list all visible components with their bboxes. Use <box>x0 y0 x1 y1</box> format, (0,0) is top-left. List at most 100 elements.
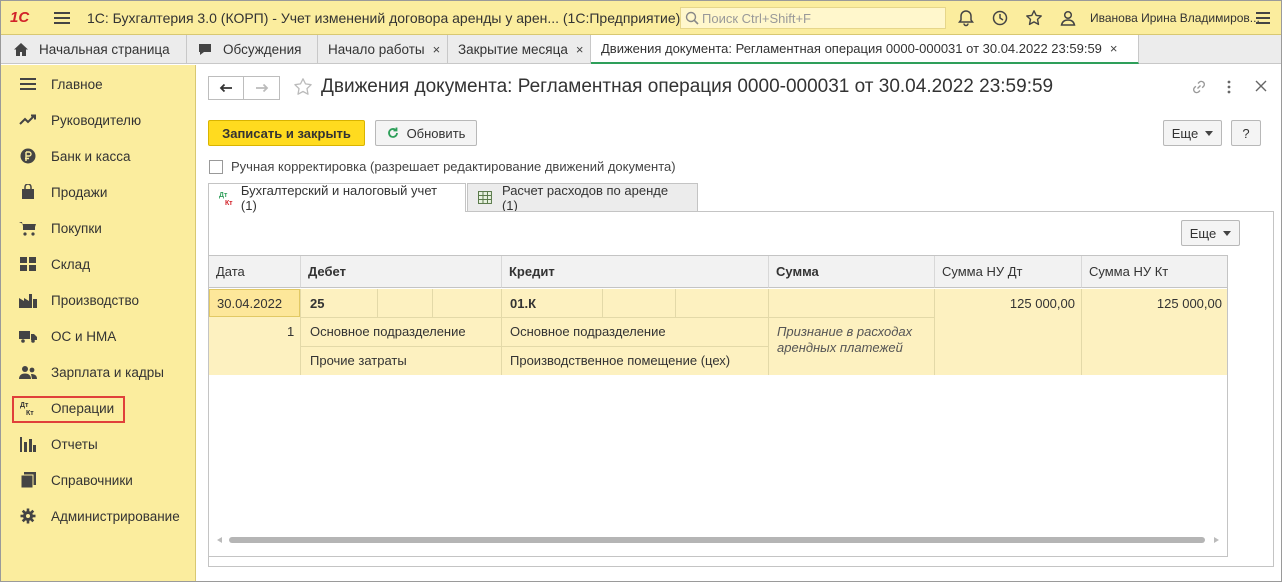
credit-account: 01.К <box>510 296 537 311</box>
tab-label: Обсуждения <box>223 42 302 57</box>
more-vertical-icon[interactable] <box>1227 79 1231 95</box>
open-windows-tabs: Начальная страница Обсуждения Начало раб… <box>1 35 1281 64</box>
app-window: 1С 1С: Бухгалтерия 3.0 (КОРП) - Учет изм… <box>0 0 1282 582</box>
user-icon[interactable] <box>1059 9 1077 27</box>
bar-chart-icon <box>19 435 37 453</box>
chat-bubble-icon <box>199 44 211 55</box>
dt-kt-icon: ДтКт <box>219 192 233 206</box>
manual-adjust-checkbox[interactable]: Ручная корректировка (разрешает редактир… <box>209 159 676 174</box>
credit-subconto-2: Производственное помещение (цех) <box>510 353 731 368</box>
tab-accounting[interactable]: Дт Кт Бухгалтерский и налоговый учет (1) <box>208 183 466 213</box>
page-title: Движения документа: Регламентная операци… <box>321 76 1054 97</box>
settings-menu-icon[interactable] <box>1256 12 1270 24</box>
column-header-debit[interactable]: Дебет <box>301 256 502 288</box>
chevron-down-icon <box>1205 130 1214 136</box>
gear-icon <box>19 507 37 525</box>
tab-label: Движения документа: Регламентная операци… <box>601 41 1102 56</box>
debit-subconto-1: Основное подразделение <box>310 324 466 339</box>
close-icon[interactable]: × <box>1110 41 1118 56</box>
close-icon[interactable]: × <box>576 42 584 57</box>
app-title: 1С: Бухгалтерия 3.0 (КОРП) - Учет измене… <box>87 9 681 26</box>
close-icon[interactable]: × <box>433 42 441 57</box>
ruble-coin-icon <box>19 147 37 165</box>
sidebar-item-fixed-assets[interactable]: ОС и НМА <box>1 324 196 348</box>
forward-button[interactable] <box>244 76 280 100</box>
scroll-left-icon[interactable] <box>217 537 222 543</box>
tab-home[interactable]: Начальная страница <box>1 35 187 64</box>
table-grid-icon <box>478 191 492 204</box>
arrow-right-icon <box>255 83 268 93</box>
table-more-button[interactable]: Еще <box>1181 220 1240 246</box>
tab-month-closing[interactable]: Закрытие месяца × <box>448 35 591 64</box>
sidebar-item-label: Руководителю <box>51 112 142 128</box>
link-icon[interactable] <box>1191 79 1207 95</box>
sidebar-item-label: Продажи <box>51 184 108 200</box>
sidebar-item-label: Администрирование <box>51 508 180 524</box>
favorites-star-icon[interactable] <box>1025 9 1043 27</box>
row-number: 1 <box>287 324 295 339</box>
sidebar-item-label: ОС и НМА <box>51 328 117 344</box>
factory-icon <box>19 291 37 309</box>
column-header-sum-nu-dt[interactable]: Сумма НУ Дт <box>935 256 1082 288</box>
column-header-sum[interactable]: Сумма <box>769 256 935 288</box>
sidebar-item-purchases[interactable]: Покупки <box>1 216 196 240</box>
sidebar-item-main[interactable]: Главное <box>1 72 196 96</box>
tab-getting-started[interactable]: Начало работы × <box>318 35 448 64</box>
sidebar-item-administration[interactable]: Администрирование <box>1 504 196 528</box>
movements-table[interactable]: Дата Дебет Кредит Сумма Сумма НУ Дт Сумм… <box>208 255 1228 557</box>
tab-document-movements[interactable]: Движения документа: Регламентная операци… <box>591 35 1139 64</box>
sidebar-item-sales[interactable]: Продажи <box>1 180 196 204</box>
top-bar: 1С 1С: Бухгалтерия 3.0 (КОРП) - Учет изм… <box>1 1 1281 35</box>
sidebar-item-reports[interactable]: Отчеты <box>1 432 196 456</box>
sidebar-item-production[interactable]: Производство <box>1 288 196 312</box>
sidebar-item-label: Производство <box>51 292 140 308</box>
cart-icon <box>19 219 37 237</box>
column-header-sum-nu-kt[interactable]: Сумма НУ Кт <box>1082 256 1227 288</box>
sidebar-item-warehouse[interactable]: Склад <box>1 252 196 276</box>
sidebar-item-label: Склад <box>51 256 91 272</box>
column-header-date[interactable]: Дата <box>209 256 301 288</box>
more-button[interactable]: Еще <box>1163 120 1222 146</box>
tab-label: Начальная страница <box>39 42 170 57</box>
trend-icon <box>19 111 37 129</box>
warehouse-grid-icon <box>19 255 37 273</box>
sidebar-item-label: Покупки <box>51 220 102 236</box>
svg-text:Кт: Кт <box>225 200 233 206</box>
user-name[interactable]: Иванова Ирина Владимиров... <box>1090 11 1260 25</box>
checkbox-box[interactable] <box>209 159 223 174</box>
truck-icon <box>19 327 37 345</box>
sidebar-item-director[interactable]: Руководителю <box>1 108 196 132</box>
close-form-icon[interactable] <box>1254 79 1268 93</box>
refresh-label: Обновить <box>406 125 466 141</box>
selection-highlight <box>12 396 125 423</box>
refresh-button[interactable]: Обновить <box>375 120 477 146</box>
help-button[interactable]: ? <box>1231 120 1261 146</box>
column-header-credit[interactable]: Кредит <box>502 256 769 288</box>
books-icon <box>19 471 37 489</box>
sum-nu-dt: 125 000,00 <box>1009 296 1075 311</box>
favorite-star-icon[interactable] <box>293 77 313 97</box>
scroll-right-icon[interactable] <box>1214 537 1219 543</box>
sum-nu-kt: 125 000,00 <box>1156 296 1222 311</box>
sidebar-item-salary[interactable]: Зарплата и кадры <box>1 360 196 384</box>
sidebar-item-label: Зарплата и кадры <box>51 364 164 380</box>
history-icon[interactable] <box>991 9 1009 27</box>
people-icon <box>19 363 37 381</box>
tab-rent-expenses[interactable]: Расчет расходов по аренде (1) <box>467 183 698 213</box>
main-menu-icon[interactable] <box>54 11 70 24</box>
back-button[interactable] <box>208 76 244 100</box>
sections-sidebar: Главное Руководителю Банк и касса Продаж… <box>1 65 196 581</box>
checkbox-label: Ручная корректировка (разрешает редактир… <box>231 159 676 174</box>
sidebar-item-references[interactable]: Справочники <box>1 468 196 492</box>
sidebar-item-label: Отчеты <box>51 436 98 452</box>
save-and-close-button[interactable]: Записать и закрыть <box>208 120 365 146</box>
horizontal-scrollbar[interactable] <box>229 537 1205 543</box>
tab-label: Бухгалтерский и налоговый учет (1) <box>240 183 438 213</box>
bell-icon[interactable] <box>957 9 975 27</box>
sidebar-item-bank[interactable]: Банк и касса <box>1 144 196 168</box>
sidebar-item-label: Главное <box>51 76 103 92</box>
navigation-buttons <box>208 76 280 100</box>
debit-account: 25 <box>310 296 325 311</box>
search-input[interactable]: Поиск Ctrl+Shift+F <box>680 7 946 29</box>
tab-discussions[interactable]: Обсуждения <box>187 35 318 64</box>
